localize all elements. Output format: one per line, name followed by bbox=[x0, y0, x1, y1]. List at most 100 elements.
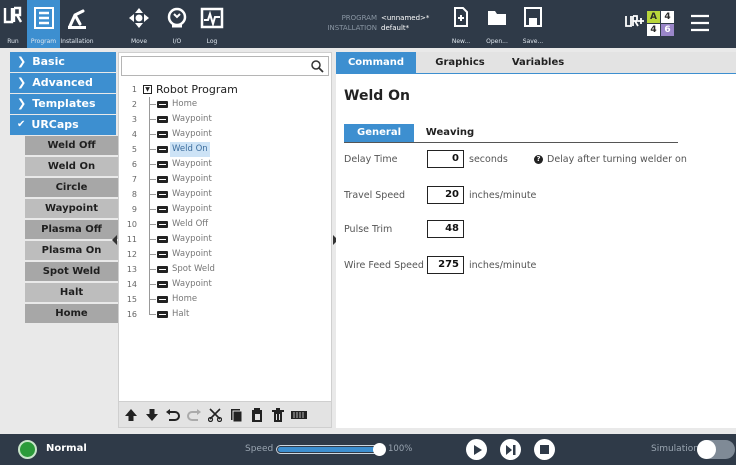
travel-speed-field[interactable]: 20 bbox=[427, 186, 464, 204]
tree-row[interactable]: 2 Home bbox=[119, 97, 319, 112]
subtab-general[interactable]: General bbox=[344, 124, 414, 142]
tab-command[interactable]: Command bbox=[336, 52, 416, 74]
delay-time-label: Delay Time bbox=[344, 154, 398, 165]
move-down-icon[interactable] bbox=[143, 406, 161, 424]
run-button[interactable]: Run bbox=[0, 0, 26, 48]
program-tree-panel: 1 ▼ Robot Program 2 Home 3 Waypoint 4 Waypo… bbox=[118, 52, 332, 428]
tree-root-label: Robot Program bbox=[156, 83, 238, 96]
step-button[interactable] bbox=[500, 439, 521, 460]
wire-feed-speed-label: Wire Feed Speed bbox=[344, 260, 424, 271]
open-button[interactable]: Open... bbox=[482, 0, 512, 48]
node-subtabs: General Weaving bbox=[344, 124, 678, 143]
urcap-circle-button[interactable]: Circle bbox=[25, 178, 118, 197]
urcap-weld-off-button[interactable]: Weld Off bbox=[25, 136, 118, 155]
tree-row[interactable]: 14 Waypoint bbox=[119, 277, 319, 292]
line-number: 9 bbox=[131, 205, 137, 214]
simulation-label: Simulation bbox=[651, 444, 699, 454]
cut-icon[interactable] bbox=[206, 406, 224, 424]
tree-row-selected[interactable]: 5 Weld On bbox=[119, 142, 319, 157]
search-icon[interactable] bbox=[311, 60, 324, 73]
move-up-icon[interactable] bbox=[122, 406, 140, 424]
wire-feed-speed-field[interactable]: 275 bbox=[427, 256, 464, 274]
pulse-trim-field[interactable]: 48 bbox=[427, 220, 464, 238]
tree-row[interactable]: 11 Waypoint bbox=[119, 232, 319, 247]
urcap-waypoint-button[interactable]: Waypoint bbox=[25, 199, 118, 218]
installation-button[interactable]: Installation bbox=[60, 0, 94, 48]
redo-icon[interactable] bbox=[185, 406, 203, 424]
question-icon: ? bbox=[534, 155, 543, 164]
save-disk-icon bbox=[524, 7, 542, 27]
node-icon bbox=[157, 251, 168, 258]
urcap-halt-button[interactable]: Halt bbox=[25, 283, 118, 302]
hamburger-menu-icon[interactable] bbox=[690, 14, 710, 32]
nav-section-advanced[interactable]: ❯ Advanced bbox=[10, 73, 116, 93]
save-button[interactable]: Save... bbox=[519, 0, 547, 48]
tree-search-bar[interactable] bbox=[121, 56, 329, 79]
tree-row[interactable]: 15 Home bbox=[119, 292, 319, 307]
installation-name: default* bbox=[381, 24, 410, 32]
tree-row-label: Weld Off bbox=[172, 219, 209, 229]
tree-row[interactable]: 16 Halt bbox=[119, 307, 319, 322]
tab-variables[interactable]: Variables bbox=[500, 52, 576, 74]
installation-robot-icon bbox=[68, 9, 86, 29]
tree-row[interactable]: 13 Spot Weld bbox=[119, 262, 319, 277]
program-tree-icon bbox=[33, 7, 54, 29]
io-button[interactable]: I/O bbox=[160, 0, 194, 48]
tree-row[interactable]: 10 Weld Off bbox=[119, 217, 319, 232]
tree-row[interactable]: 3 Waypoint bbox=[119, 112, 319, 127]
undo-icon[interactable] bbox=[164, 406, 182, 424]
delete-icon[interactable] bbox=[269, 406, 287, 424]
line-number: 7 bbox=[131, 175, 137, 184]
play-button[interactable] bbox=[466, 439, 487, 460]
copy-icon[interactable] bbox=[227, 406, 245, 424]
program-node-nav: ❯ Basic ❯ Advanced ❯ Templates ✔ URCaps … bbox=[10, 52, 118, 428]
suppress-icon[interactable] bbox=[290, 406, 308, 424]
nav-section-urcaps[interactable]: ✔ URCaps bbox=[10, 115, 116, 135]
program-button[interactable]: Program bbox=[27, 0, 60, 48]
urcap-weld-on-button[interactable]: Weld On bbox=[25, 157, 118, 176]
robot-status-indicator[interactable] bbox=[18, 440, 37, 459]
urcap-spot-weld-button[interactable]: Spot Weld bbox=[25, 262, 118, 281]
tree-row[interactable]: 4 Waypoint bbox=[119, 127, 319, 142]
tree-search-input[interactable] bbox=[122, 60, 307, 79]
program-info-values: <unnamed>* default* bbox=[381, 13, 429, 33]
simulation-toggle[interactable] bbox=[697, 440, 735, 459]
node-icon bbox=[157, 146, 168, 153]
io-indicator[interactable]: A 4 4 6 bbox=[647, 11, 675, 37]
new-button[interactable]: New... bbox=[447, 0, 475, 48]
nav-section-templates[interactable]: ❯ Templates bbox=[10, 94, 116, 114]
tree-row-label: Waypoint bbox=[172, 234, 212, 244]
stop-button[interactable] bbox=[534, 439, 555, 460]
chevron-down-icon: ✔ bbox=[17, 119, 26, 130]
move-button[interactable]: Move bbox=[125, 0, 153, 48]
robot-status-text: Normal bbox=[46, 443, 87, 454]
paste-icon[interactable] bbox=[248, 406, 266, 424]
tree-row-label: Waypoint bbox=[172, 189, 212, 199]
tree-row-label: Waypoint bbox=[172, 159, 212, 169]
speed-label: Speed bbox=[245, 444, 274, 454]
nav-section-basic[interactable]: ❯ Basic bbox=[10, 52, 116, 72]
tree-row[interactable]: 12 Waypoint bbox=[119, 247, 319, 262]
program-name: <unnamed>* bbox=[381, 14, 430, 22]
node-icon bbox=[157, 266, 168, 273]
speed-slider-handle[interactable] bbox=[373, 443, 386, 456]
speed-slider[interactable] bbox=[276, 445, 380, 454]
tab-graphics[interactable]: Graphics bbox=[420, 52, 500, 74]
tree-row[interactable]: 8 Waypoint bbox=[119, 187, 319, 202]
delay-time-field[interactable]: 0 bbox=[427, 150, 464, 168]
tree-row[interactable]: 7 Waypoint bbox=[119, 172, 319, 187]
tree-row[interactable]: 6 Waypoint bbox=[119, 157, 319, 172]
urcap-plasma-on-button[interactable]: Plasma On bbox=[25, 241, 118, 260]
move-arrows-icon bbox=[129, 8, 149, 28]
tree-row[interactable]: 9 Waypoint bbox=[119, 202, 319, 217]
urcap-home-button[interactable]: Home bbox=[25, 304, 118, 323]
urcap-plasma-off-button[interactable]: Plasma Off bbox=[25, 220, 118, 239]
subtab-weaving[interactable]: Weaving bbox=[418, 124, 482, 142]
ur-plus-icon[interactable] bbox=[625, 14, 645, 32]
collapse-triangle-icon[interactable]: ▼ bbox=[143, 85, 152, 94]
io-indicator-a-value: 4 bbox=[661, 11, 674, 23]
log-button[interactable]: Log bbox=[197, 0, 227, 48]
line-number: 12 bbox=[126, 250, 137, 259]
nav-section-label: Advanced bbox=[32, 76, 93, 89]
tree-row-label: Waypoint bbox=[172, 249, 212, 259]
